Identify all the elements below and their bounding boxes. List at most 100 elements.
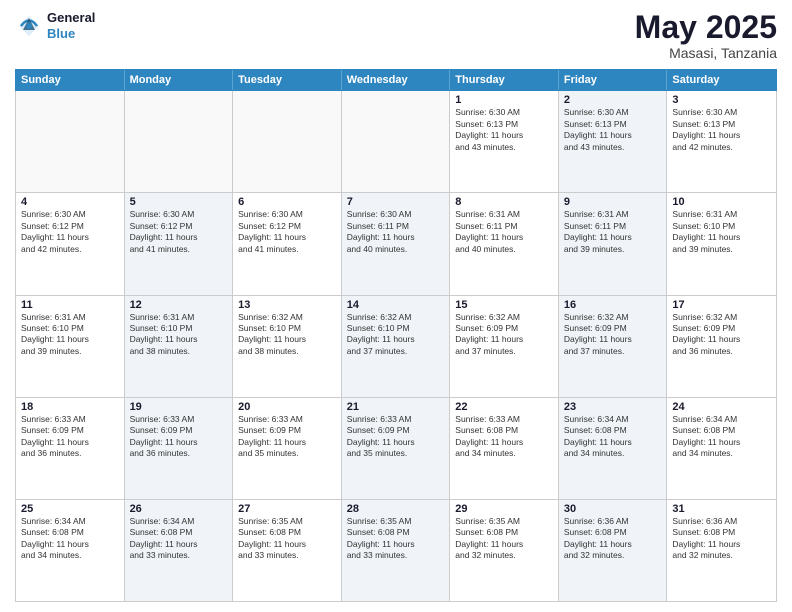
cell-info: Sunrise: 6:36 AM Sunset: 6:08 PM Dayligh…: [672, 516, 771, 562]
calendar-week-row: 18Sunrise: 6:33 AM Sunset: 6:09 PM Dayli…: [16, 398, 776, 500]
calendar: SundayMondayTuesdayWednesdayThursdayFrid…: [15, 69, 777, 602]
calendar-cell: 31Sunrise: 6:36 AM Sunset: 6:08 PM Dayli…: [667, 500, 776, 601]
calendar-cell: [125, 91, 234, 192]
day-number: 12: [130, 299, 228, 311]
calendar-cell: 9Sunrise: 6:31 AM Sunset: 6:11 PM Daylig…: [559, 193, 668, 294]
calendar-cell: 24Sunrise: 6:34 AM Sunset: 6:08 PM Dayli…: [667, 398, 776, 499]
day-number: 4: [21, 196, 119, 208]
logo-icon: [15, 12, 43, 40]
cell-info: Sunrise: 6:36 AM Sunset: 6:08 PM Dayligh…: [564, 516, 662, 562]
calendar-cell: 27Sunrise: 6:35 AM Sunset: 6:08 PM Dayli…: [233, 500, 342, 601]
cell-info: Sunrise: 6:30 AM Sunset: 6:12 PM Dayligh…: [130, 209, 228, 255]
calendar-cell: 25Sunrise: 6:34 AM Sunset: 6:08 PM Dayli…: [16, 500, 125, 601]
day-of-week-header: Thursday: [450, 70, 559, 90]
calendar-cell: 6Sunrise: 6:30 AM Sunset: 6:12 PM Daylig…: [233, 193, 342, 294]
calendar-cell: 23Sunrise: 6:34 AM Sunset: 6:08 PM Dayli…: [559, 398, 668, 499]
logo: General Blue: [15, 10, 95, 41]
day-number: 17: [672, 299, 771, 311]
day-number: 6: [238, 196, 336, 208]
calendar-cell: 17Sunrise: 6:32 AM Sunset: 6:09 PM Dayli…: [667, 296, 776, 397]
day-number: 2: [564, 94, 662, 106]
day-number: 27: [238, 503, 336, 515]
cell-info: Sunrise: 6:34 AM Sunset: 6:08 PM Dayligh…: [130, 516, 228, 562]
cell-info: Sunrise: 6:30 AM Sunset: 6:13 PM Dayligh…: [455, 107, 553, 153]
page: General Blue May 2025 Masasi, Tanzania S…: [0, 0, 792, 612]
calendar-cell: 20Sunrise: 6:33 AM Sunset: 6:09 PM Dayli…: [233, 398, 342, 499]
cell-info: Sunrise: 6:30 AM Sunset: 6:13 PM Dayligh…: [564, 107, 662, 153]
cell-info: Sunrise: 6:30 AM Sunset: 6:12 PM Dayligh…: [238, 209, 336, 255]
title-block: May 2025 Masasi, Tanzania: [635, 10, 777, 61]
calendar-cell: 1Sunrise: 6:30 AM Sunset: 6:13 PM Daylig…: [450, 91, 559, 192]
day-of-week-header: Monday: [125, 70, 234, 90]
cell-info: Sunrise: 6:32 AM Sunset: 6:09 PM Dayligh…: [672, 312, 771, 358]
day-number: 20: [238, 401, 336, 413]
day-of-week-header: Friday: [559, 70, 668, 90]
calendar-body: 1Sunrise: 6:30 AM Sunset: 6:13 PM Daylig…: [15, 91, 777, 602]
cell-info: Sunrise: 6:30 AM Sunset: 6:11 PM Dayligh…: [347, 209, 445, 255]
cell-info: Sunrise: 6:31 AM Sunset: 6:10 PM Dayligh…: [672, 209, 771, 255]
cell-info: Sunrise: 6:34 AM Sunset: 6:08 PM Dayligh…: [564, 414, 662, 460]
day-number: 30: [564, 503, 662, 515]
calendar-cell: 2Sunrise: 6:30 AM Sunset: 6:13 PM Daylig…: [559, 91, 668, 192]
calendar-cell: 5Sunrise: 6:30 AM Sunset: 6:12 PM Daylig…: [125, 193, 234, 294]
day-number: 28: [347, 503, 445, 515]
cell-info: Sunrise: 6:32 AM Sunset: 6:09 PM Dayligh…: [455, 312, 553, 358]
header: General Blue May 2025 Masasi, Tanzania: [15, 10, 777, 61]
day-number: 10: [672, 196, 771, 208]
day-number: 25: [21, 503, 119, 515]
day-number: 21: [347, 401, 445, 413]
day-number: 7: [347, 196, 445, 208]
day-number: 22: [455, 401, 553, 413]
day-number: 14: [347, 299, 445, 311]
day-number: 31: [672, 503, 771, 515]
cell-info: Sunrise: 6:34 AM Sunset: 6:08 PM Dayligh…: [672, 414, 771, 460]
calendar-cell: 10Sunrise: 6:31 AM Sunset: 6:10 PM Dayli…: [667, 193, 776, 294]
day-of-week-header: Wednesday: [342, 70, 451, 90]
calendar-cell: 7Sunrise: 6:30 AM Sunset: 6:11 PM Daylig…: [342, 193, 451, 294]
cell-info: Sunrise: 6:33 AM Sunset: 6:09 PM Dayligh…: [238, 414, 336, 460]
day-number: 15: [455, 299, 553, 311]
cell-info: Sunrise: 6:33 AM Sunset: 6:09 PM Dayligh…: [347, 414, 445, 460]
day-number: 29: [455, 503, 553, 515]
day-of-week-header: Sunday: [16, 70, 125, 90]
day-number: 9: [564, 196, 662, 208]
calendar-week-row: 4Sunrise: 6:30 AM Sunset: 6:12 PM Daylig…: [16, 193, 776, 295]
cell-info: Sunrise: 6:35 AM Sunset: 6:08 PM Dayligh…: [455, 516, 553, 562]
calendar-cell: [233, 91, 342, 192]
calendar-cell: 28Sunrise: 6:35 AM Sunset: 6:08 PM Dayli…: [342, 500, 451, 601]
cell-info: Sunrise: 6:33 AM Sunset: 6:09 PM Dayligh…: [130, 414, 228, 460]
calendar-cell: [342, 91, 451, 192]
day-number: 3: [672, 94, 771, 106]
cell-info: Sunrise: 6:33 AM Sunset: 6:08 PM Dayligh…: [455, 414, 553, 460]
calendar-cell: 22Sunrise: 6:33 AM Sunset: 6:08 PM Dayli…: [450, 398, 559, 499]
calendar-cell: 29Sunrise: 6:35 AM Sunset: 6:08 PM Dayli…: [450, 500, 559, 601]
day-number: 5: [130, 196, 228, 208]
cell-info: Sunrise: 6:35 AM Sunset: 6:08 PM Dayligh…: [347, 516, 445, 562]
cell-info: Sunrise: 6:33 AM Sunset: 6:09 PM Dayligh…: [21, 414, 119, 460]
calendar-cell: 3Sunrise: 6:30 AM Sunset: 6:13 PM Daylig…: [667, 91, 776, 192]
calendar-week-row: 25Sunrise: 6:34 AM Sunset: 6:08 PM Dayli…: [16, 500, 776, 601]
cell-info: Sunrise: 6:31 AM Sunset: 6:11 PM Dayligh…: [455, 209, 553, 255]
calendar-cell: 26Sunrise: 6:34 AM Sunset: 6:08 PM Dayli…: [125, 500, 234, 601]
calendar-week-row: 11Sunrise: 6:31 AM Sunset: 6:10 PM Dayli…: [16, 296, 776, 398]
cell-info: Sunrise: 6:35 AM Sunset: 6:08 PM Dayligh…: [238, 516, 336, 562]
month-year: May 2025: [635, 10, 777, 45]
logo-text: General Blue: [47, 10, 95, 41]
calendar-week-row: 1Sunrise: 6:30 AM Sunset: 6:13 PM Daylig…: [16, 91, 776, 193]
calendar-cell: 21Sunrise: 6:33 AM Sunset: 6:09 PM Dayli…: [342, 398, 451, 499]
calendar-header-row: SundayMondayTuesdayWednesdayThursdayFrid…: [15, 69, 777, 91]
day-number: 11: [21, 299, 119, 311]
calendar-cell: 15Sunrise: 6:32 AM Sunset: 6:09 PM Dayli…: [450, 296, 559, 397]
day-number: 13: [238, 299, 336, 311]
day-of-week-header: Saturday: [667, 70, 776, 90]
cell-info: Sunrise: 6:30 AM Sunset: 6:12 PM Dayligh…: [21, 209, 119, 255]
calendar-cell: 19Sunrise: 6:33 AM Sunset: 6:09 PM Dayli…: [125, 398, 234, 499]
cell-info: Sunrise: 6:32 AM Sunset: 6:09 PM Dayligh…: [564, 312, 662, 358]
day-number: 8: [455, 196, 553, 208]
day-number: 24: [672, 401, 771, 413]
day-number: 18: [21, 401, 119, 413]
location: Masasi, Tanzania: [635, 45, 777, 61]
calendar-cell: 14Sunrise: 6:32 AM Sunset: 6:10 PM Dayli…: [342, 296, 451, 397]
calendar-cell: 8Sunrise: 6:31 AM Sunset: 6:11 PM Daylig…: [450, 193, 559, 294]
cell-info: Sunrise: 6:34 AM Sunset: 6:08 PM Dayligh…: [21, 516, 119, 562]
